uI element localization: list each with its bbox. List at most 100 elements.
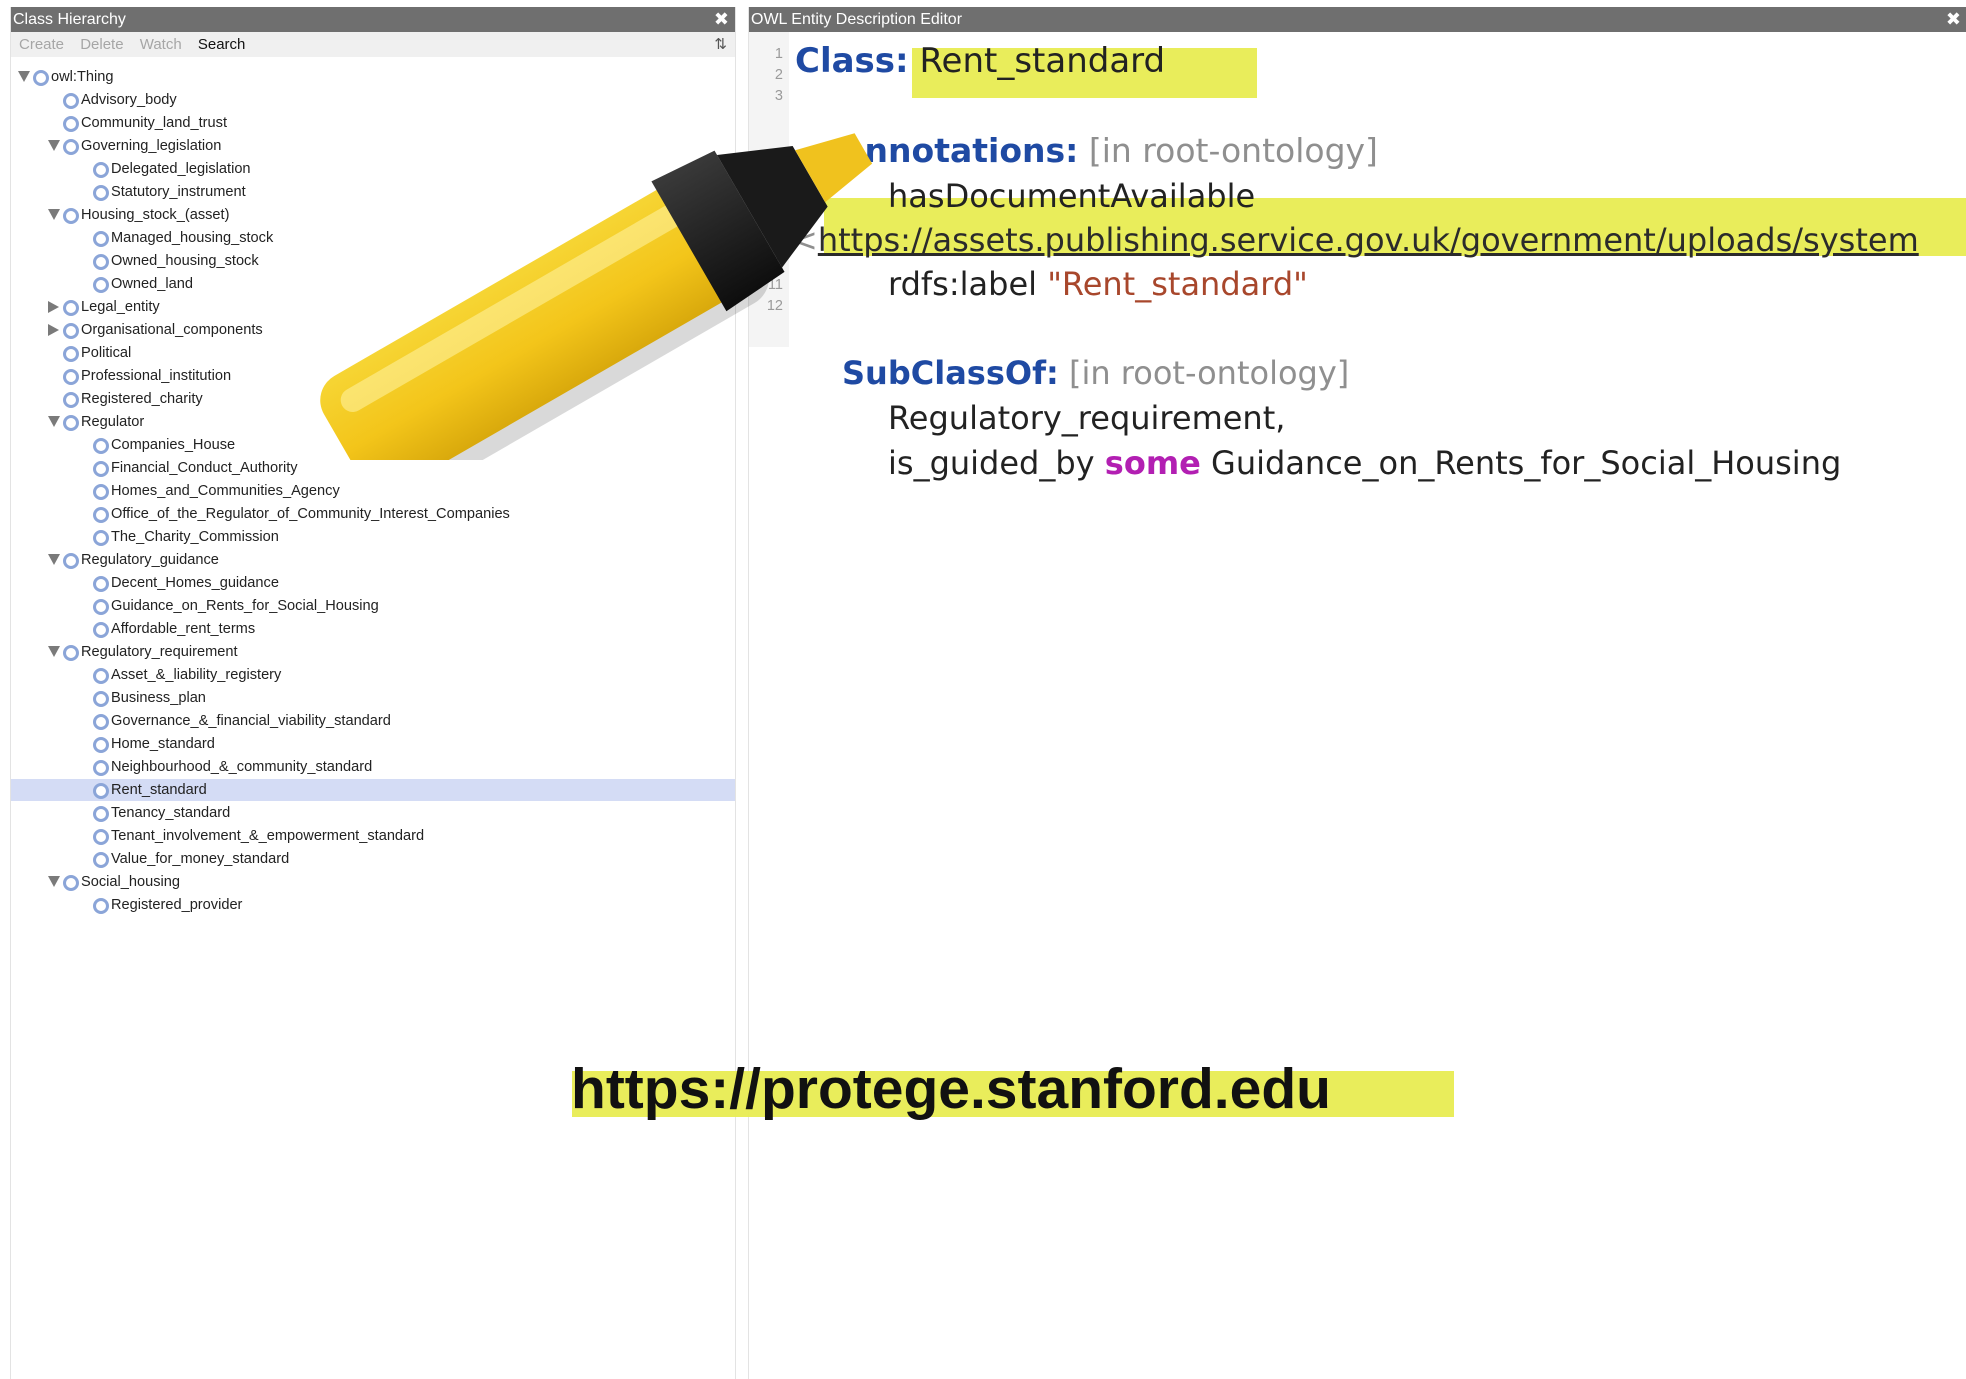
tree-node-label: Companies_House bbox=[111, 437, 236, 453]
tree-node[interactable]: Rent_standard bbox=[11, 779, 735, 801]
class-circle-icon bbox=[63, 93, 79, 109]
tree-node[interactable]: The_Charity_Commission bbox=[11, 526, 735, 548]
subclassof-context: [in root-ontology] bbox=[1068, 354, 1350, 392]
tree-node-label: Business_plan bbox=[111, 690, 206, 706]
class-circle-icon bbox=[63, 300, 79, 316]
highlighter-marker-icon bbox=[320, 133, 873, 460]
class-circle-icon bbox=[93, 898, 109, 914]
annotation-url-line: <https://assets.publishing.service.gov.u… bbox=[791, 221, 1919, 259]
watch-button[interactable]: Watch bbox=[140, 36, 182, 53]
class-circle-icon bbox=[93, 484, 109, 500]
tree-node[interactable]: Affordable_rent_terms bbox=[11, 618, 735, 640]
filter-icon[interactable]: ⇅ bbox=[714, 32, 727, 57]
create-button[interactable]: Create bbox=[19, 36, 64, 53]
tree-node-label: Tenancy_standard bbox=[111, 805, 231, 821]
tree-node-label: Owned_land bbox=[111, 276, 193, 292]
class-circle-icon bbox=[93, 806, 109, 822]
triangle-right-icon[interactable] bbox=[48, 301, 59, 313]
tree-node-label: Professional_institution bbox=[81, 368, 232, 384]
tree-node[interactable]: Guidance_on_Rents_for_Social_Housing bbox=[11, 595, 735, 617]
tree-node-label: Advisory_body bbox=[81, 92, 177, 108]
tree-node[interactable]: Regulatory_requirement bbox=[11, 641, 735, 663]
tree-node[interactable]: Office_of_the_Regulator_of_Community_Int… bbox=[11, 503, 735, 525]
tree-node[interactable]: Tenant_involvement_&_empowerment_standar… bbox=[11, 825, 735, 847]
tree-node-label: Legal_entity bbox=[81, 299, 160, 315]
tree-node[interactable]: Regulatory_guidance bbox=[11, 549, 735, 571]
class-circle-icon bbox=[93, 507, 109, 523]
class-circle-icon bbox=[63, 875, 79, 891]
tree-node-label: owl:Thing bbox=[51, 69, 114, 85]
hierarchy-toolbar: Create Delete Watch Search ⇅ bbox=[11, 32, 735, 57]
class-circle-icon bbox=[33, 70, 49, 86]
class-circle-icon bbox=[93, 599, 109, 615]
tree-node-label: Neighbourhood_&_community_standard bbox=[111, 759, 373, 775]
class-circle-icon bbox=[63, 116, 79, 132]
triangle-down-icon[interactable] bbox=[48, 209, 60, 220]
class-circle-icon bbox=[63, 139, 79, 155]
class-circle-icon bbox=[93, 438, 109, 454]
class-hierarchy-titlebar: Class Hierarchy ✖ bbox=[11, 7, 735, 32]
restriction-keyword: some bbox=[1104, 444, 1201, 482]
class-circle-icon bbox=[63, 645, 79, 661]
tree-node[interactable]: Value_for_money_standard bbox=[11, 848, 735, 870]
tree-node[interactable]: Governance_&_financial_viability_standar… bbox=[11, 710, 735, 732]
tree-node-label: Registered_provider bbox=[111, 897, 243, 913]
class-circle-icon bbox=[63, 392, 79, 408]
class-circle-icon bbox=[93, 760, 109, 776]
tree-node-label: Statutory_instrument bbox=[111, 184, 246, 200]
class-circle-icon bbox=[93, 668, 109, 684]
tree-node[interactable]: Home_standard bbox=[11, 733, 735, 755]
class-circle-icon bbox=[93, 783, 109, 799]
triangle-down-icon[interactable] bbox=[48, 554, 60, 565]
tree-node[interactable]: Neighbourhood_&_community_standard bbox=[11, 756, 735, 778]
tree-node[interactable]: Financial_Conduct_Authority bbox=[11, 457, 735, 479]
tree-node-label: Financial_Conduct_Authority bbox=[111, 460, 298, 476]
label-value: "Rent_standard" bbox=[1047, 265, 1308, 303]
tree-node-label: Social_housing bbox=[81, 874, 180, 890]
class-circle-icon bbox=[93, 277, 109, 293]
class-circle-icon bbox=[93, 691, 109, 707]
class-circle-icon bbox=[63, 415, 79, 431]
class-circle-icon bbox=[63, 553, 79, 569]
triangle-down-icon[interactable] bbox=[48, 140, 60, 151]
tree-node[interactable]: Tenancy_standard bbox=[11, 802, 735, 824]
tree-node[interactable]: Homes_and_Communities_Agency bbox=[11, 480, 735, 502]
tree-node-label: Regulatory_guidance bbox=[81, 552, 219, 568]
tree-node-label: Rent_standard bbox=[111, 782, 207, 798]
tree-node-label: Owned_housing_stock bbox=[111, 253, 259, 269]
triangle-right-icon[interactable] bbox=[48, 324, 59, 336]
class-circle-icon bbox=[63, 369, 79, 385]
tree-node[interactable]: Decent_Homes_guidance bbox=[11, 572, 735, 594]
close-icon[interactable]: ✖ bbox=[1946, 7, 1961, 32]
tree-node-label: Guidance_on_Rents_for_Social_Housing bbox=[111, 598, 379, 614]
tree-node-label: Tenant_involvement_&_empowerment_standar… bbox=[111, 828, 425, 844]
tree-node-label: Delegated_legislation bbox=[111, 161, 251, 177]
triangle-down-icon[interactable] bbox=[48, 876, 60, 887]
delete-button[interactable]: Delete bbox=[80, 36, 123, 53]
close-icon[interactable]: ✖ bbox=[714, 7, 729, 32]
tree-node-label: Community_land_trust bbox=[81, 115, 228, 131]
class-circle-icon bbox=[93, 254, 109, 270]
tree-node[interactable]: Asset_&_liability_registery bbox=[11, 664, 735, 686]
tree-node-label: Regulatory_requirement bbox=[81, 644, 238, 660]
class-circle-icon bbox=[93, 185, 109, 201]
tree-node-label: Asset_&_liability_registery bbox=[111, 667, 282, 683]
search-button[interactable]: Search bbox=[198, 36, 246, 53]
protege-url[interactable]: https://protege.stanford.edu bbox=[571, 1056, 1331, 1122]
tree-node[interactable]: Business_plan bbox=[11, 687, 735, 709]
triangle-down-icon[interactable] bbox=[48, 416, 60, 427]
tree-node-label: Regulator bbox=[81, 414, 145, 430]
class-circle-icon bbox=[93, 530, 109, 546]
annotation-url-link[interactable]: https://assets.publishing.service.gov.uk… bbox=[818, 221, 1919, 259]
class-circle-icon bbox=[93, 829, 109, 845]
restriction-filler[interactable]: Guidance_on_Rents_for_Social_Housing bbox=[1211, 444, 1841, 482]
tree-node-label: Managed_housing_stock bbox=[111, 230, 274, 246]
tree-node-label: Home_standard bbox=[111, 736, 215, 752]
triangle-down-icon[interactable] bbox=[18, 71, 30, 82]
tree-node-label: The_Charity_Commission bbox=[111, 529, 279, 545]
triangle-down-icon[interactable] bbox=[48, 646, 60, 657]
class-circle-icon bbox=[63, 208, 79, 224]
class-circle-icon bbox=[93, 231, 109, 247]
tree-node[interactable]: Registered_provider bbox=[11, 894, 735, 916]
tree-node[interactable]: Social_housing bbox=[11, 871, 735, 893]
